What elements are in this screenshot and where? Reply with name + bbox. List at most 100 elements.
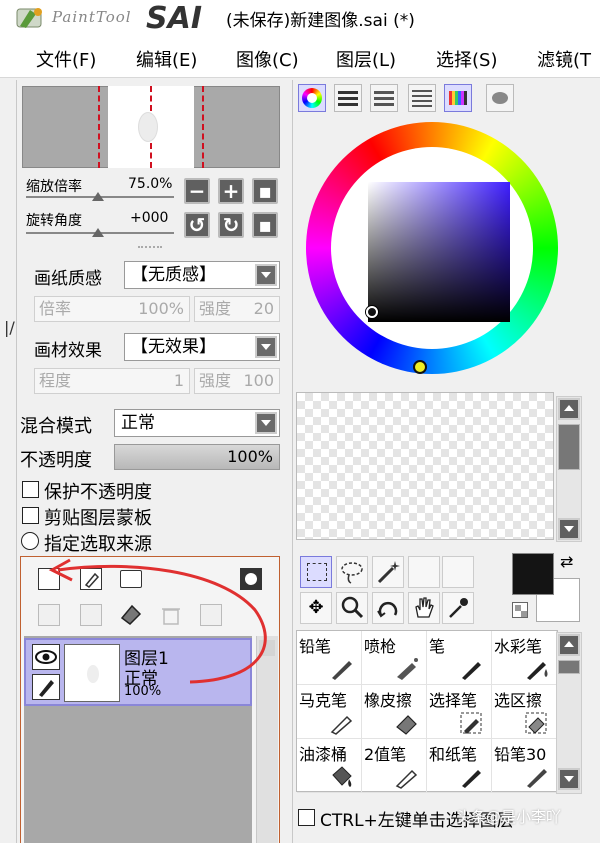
washi-brush-icon [462, 770, 481, 788]
brush-watercolor[interactable]: 水彩笔 [492, 631, 557, 685]
binary-pen-icon [395, 769, 418, 789]
zoom-reset-button[interactable]: ▪ [252, 178, 278, 204]
effect-degree-field: 程度 1 [34, 368, 190, 394]
zoom-slider-thumb[interactable] [92, 192, 104, 201]
brush-name: 2值笔 [364, 745, 407, 764]
mixer-mode-button[interactable] [408, 84, 436, 112]
menu-image[interactable]: 图像(C) [236, 46, 299, 72]
rgb-slider-mode-button[interactable] [334, 84, 362, 112]
brush-paint-bucket[interactable]: 油漆桶 [297, 739, 362, 793]
rotate-reset-button[interactable]: ▪ [252, 212, 278, 238]
foreground-color-swatch[interactable] [512, 553, 554, 595]
select-eraser-icon [525, 712, 547, 734]
brush-name: 选择笔 [429, 691, 478, 710]
swatch-scroll-up-button[interactable] [558, 398, 580, 420]
material-effect-value: 【无效果】 [131, 337, 216, 357]
chevron-down-icon [255, 336, 277, 358]
swatch-scroll-thumb[interactable] [558, 424, 580, 470]
texture-strength-value: 20 [253, 299, 274, 318]
rotate-value: +000 [130, 210, 169, 226]
texture-strength-field: 强度 20 [194, 296, 280, 322]
menu-edit[interactable]: 编辑(E) [136, 46, 197, 72]
clip-mask-checkbox[interactable] [22, 507, 39, 524]
zoom-tool[interactable] [336, 592, 368, 624]
texture-scale-value: 100% [138, 299, 184, 318]
watermark: 头条@是小李吖 [456, 808, 562, 826]
color-wheel-mode-button[interactable] [298, 84, 326, 112]
panel-edge-fragment: |/ [4, 318, 15, 337]
menu-file[interactable]: 文件(F) [36, 46, 96, 72]
brush-name: 油漆桶 [299, 745, 348, 764]
paper-texture-select[interactable]: 【无质感】 [124, 261, 280, 289]
brush-name: 和纸笔 [429, 745, 478, 764]
ctrl-click-select-layer-checkbox[interactable] [298, 809, 315, 826]
opacity-value: 100% [227, 447, 273, 466]
swap-colors-icon[interactable]: ⇄ [560, 552, 573, 571]
texture-scale-label: 倍率 [39, 299, 72, 318]
chevron-down-icon [255, 264, 277, 286]
magic-wand-tool[interactable] [372, 556, 404, 588]
panel-splitter[interactable] [138, 246, 162, 250]
protect-opacity-checkbox[interactable] [22, 481, 39, 498]
pencil-icon [527, 769, 547, 788]
hsv-slider-mode-button[interactable] [370, 84, 398, 112]
paint-bucket-icon [332, 766, 352, 787]
move-tool[interactable]: ✥ [300, 592, 332, 624]
pen-icon [462, 662, 481, 680]
rotate-left-button[interactable]: ↺ [184, 212, 210, 238]
lasso-tool[interactable] [336, 556, 368, 588]
effect-strength-field: 强度 100 [194, 368, 280, 394]
hand-tool[interactable] [408, 592, 440, 624]
brush-pencil[interactable]: 铅笔 [297, 631, 362, 685]
selection-source-radio[interactable] [21, 532, 39, 550]
swatches-mode-button[interactable] [444, 84, 472, 112]
rotate-slider-thumb[interactable] [92, 228, 104, 237]
zoom-in-button[interactable]: + [218, 178, 244, 204]
transparent-color-icon[interactable] [512, 602, 528, 618]
brush-scroll-up-button[interactable] [558, 634, 580, 656]
zoom-label: 缩放倍率 [26, 179, 82, 195]
brush-marker[interactable]: 马克笔 [297, 685, 362, 739]
brush-washi[interactable]: 和纸笔 [427, 739, 492, 793]
menu-filter[interactable]: 滤镜(T [537, 46, 591, 72]
brush-select-eraser[interactable]: 选区擦 [492, 685, 557, 739]
opacity-slider[interactable]: 100% [114, 444, 280, 470]
rect-select-tool[interactable] [300, 556, 332, 588]
zoom-out-button[interactable]: − [184, 178, 210, 204]
rotate-tool[interactable] [372, 592, 404, 624]
swatch-scroll-down-button[interactable] [558, 518, 580, 540]
menu-select[interactable]: 选择(S) [436, 46, 497, 72]
brush-pen[interactable]: 笔 [427, 631, 492, 685]
menu-layer[interactable]: 图层(L) [336, 46, 396, 72]
sai-logo-icon [16, 8, 42, 28]
brush-airbrush[interactable]: 喷枪 [362, 631, 427, 685]
material-effect-select[interactable]: 【无效果】 [124, 333, 280, 361]
navigator-viewport-edge [202, 86, 204, 168]
title-bar: PaintTool SAI (未保存)新建图像.sai (*) [0, 0, 600, 38]
scratchpad-mode-button[interactable] [486, 84, 514, 112]
brush-binary-pen[interactable]: 2值笔 [362, 739, 427, 793]
blend-mode-select[interactable]: 正常 [114, 409, 280, 437]
color-swatch-area[interactable] [296, 392, 554, 540]
brush-pencil-30[interactable]: 铅笔30 [492, 739, 557, 793]
marker-icon [330, 715, 353, 735]
brush-select-pen[interactable]: 选择笔 [427, 685, 492, 739]
brush-name: 喷枪 [364, 637, 397, 656]
rotate-label: 旋转角度 [26, 213, 82, 229]
eyedropper-tool[interactable] [442, 592, 474, 624]
eraser-icon [396, 715, 417, 735]
select-pen-icon [460, 712, 482, 734]
hue-picker-marker[interactable] [413, 360, 427, 374]
sv-picker-marker[interactable] [366, 306, 378, 318]
brush-eraser[interactable]: 橡皮擦 [362, 685, 427, 739]
blend-mode-value: 正常 [121, 413, 155, 433]
logo-sai-text: SAI [146, 1, 202, 36]
saturation-value-square[interactable] [368, 182, 510, 322]
navigator-stroke-preview [138, 112, 158, 142]
effect-degree-value: 1 [173, 371, 184, 390]
rotate-right-button[interactable]: ↻ [218, 212, 244, 238]
brush-scroll-thumb[interactable] [558, 660, 580, 674]
protect-opacity-label: 保护不透明度 [44, 482, 152, 503]
brush-scroll-down-button[interactable] [558, 768, 580, 790]
watercolor-brush-icon [527, 662, 548, 680]
